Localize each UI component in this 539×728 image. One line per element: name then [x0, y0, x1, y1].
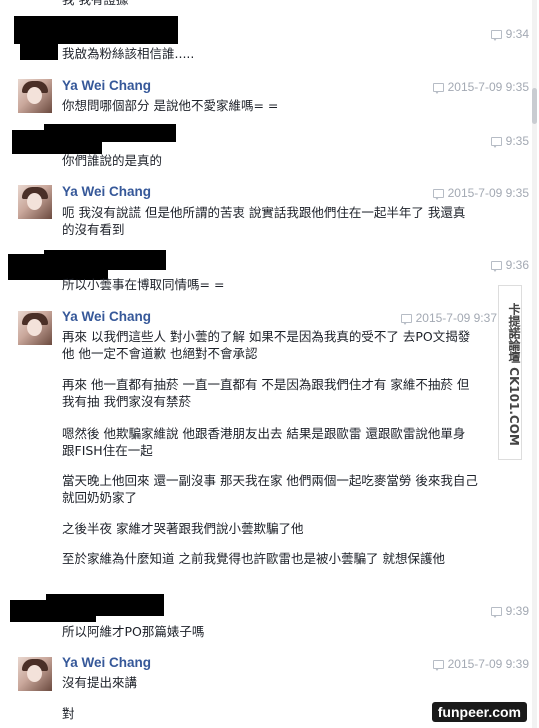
message-text: 我啟為粉絲該相信誰..... [62, 46, 195, 61]
scrollbar[interactable] [532, 0, 537, 728]
redacted-sender-block [14, 16, 178, 44]
message-paragraph: 當天晚上他回來 還一副沒事 那天我在家 他們兩個一起吃麥當勞 後來我自己就回奶奶… [62, 473, 478, 505]
message-timestamp: 9:35 [490, 134, 529, 148]
chat-bubble-icon [490, 136, 502, 148]
message-timestamp: 9:34 [490, 27, 529, 41]
message-text: 你們誰說的是真的 [62, 153, 163, 168]
avatar[interactable] [18, 185, 52, 219]
timestamp-text: 2015-7-09 9:39 [447, 657, 529, 671]
chat-bubble-icon [490, 606, 502, 618]
sender-name-link[interactable]: Ya Wei Chang [62, 78, 151, 93]
timestamp-text: 2015-7-09 9:37 [415, 311, 497, 325]
message-timestamp: 2015-7-09 9:37 [400, 311, 497, 325]
timestamp-text: 2015-7-09 9:35 [447, 80, 529, 94]
timestamp-text: 9:35 [505, 134, 529, 148]
message-text: 對 [62, 706, 75, 721]
sender-name-link[interactable]: Ya Wei Chang [62, 655, 151, 670]
chat-bubble-icon [432, 188, 444, 200]
message-text: 所以小蕓事在博取同情嗎= = [62, 277, 225, 292]
message-timestamp: 2015-7-09 9:39 [432, 657, 529, 671]
avatar[interactable] [18, 311, 52, 345]
chat-bubble-icon [432, 659, 444, 671]
message-thread: 我 我有證據 9:34 我啟為粉絲該相信誰..... Ya Wei Chang … [0, 0, 539, 728]
message-paragraph: 再來 他一直都有抽菸 一直一直都有 不是因為跟我們住才有 家維不抽菸 但我有抽 … [62, 377, 470, 409]
avatar[interactable] [18, 79, 52, 113]
message-timestamp: 2015-7-09 9:35 [432, 186, 529, 200]
timestamp-text: 2015-7-09 9:35 [447, 186, 529, 200]
redacted-avatar [20, 42, 58, 60]
timestamp-text: 9:34 [505, 27, 529, 41]
message-paragraph: 嗯然後 他欺騙家維說 他跟香港朋友出去 結果是跟歐雷 還跟歐雷說他單身 跟FIS… [62, 426, 466, 458]
message-text: 呃 我沒有說謊 但是他所謂的苦衷 說實話我跟他們住在一起半年了 我還真的沒有看到 [62, 205, 466, 237]
redacted-avatar [10, 600, 96, 622]
message-text: 你想問哪個部分 是說他不愛家維嗎= = [62, 98, 279, 113]
message-text: 沒有提出來講 [62, 675, 138, 690]
timestamp-text: 9:36 [505, 258, 529, 272]
chat-bubble-icon [432, 82, 444, 94]
chat-bubble-icon [490, 29, 502, 41]
redacted-avatar [12, 130, 102, 154]
avatar[interactable] [18, 657, 52, 691]
message-paragraph: 之後半夜 家維才哭著跟我們說小蕓欺騙了他 [62, 521, 304, 536]
message-text: 所以阿維才PO那篇婊子嗎 [62, 624, 205, 639]
side-watermark: 卡提諾論壇 CK101.COM [498, 285, 522, 460]
sender-name-link[interactable]: Ya Wei Chang [62, 184, 151, 199]
message-timestamp: 9:39 [490, 604, 529, 618]
scrollbar-thumb[interactable] [532, 88, 537, 124]
chat-bubble-icon [490, 260, 502, 272]
sender-name-link[interactable]: Ya Wei Chang [62, 309, 151, 324]
timestamp-text: 9:39 [505, 604, 529, 618]
message-paragraph: 至於家維為什麼知道 之前我覺得也許歐雷也是被小蕓騙了 就想保護他 [62, 551, 445, 566]
bottom-watermark: funpeer.com [431, 702, 527, 722]
chat-bubble-icon [400, 313, 412, 325]
top-message-fragment: 我 我有證據 [62, 0, 482, 8]
message-timestamp: 2015-7-09 9:35 [432, 80, 529, 94]
message-timestamp: 9:36 [490, 258, 529, 272]
message-paragraph: 再來 以我們這些人 對小蕓的了解 如果不是因為我真的受不了 去PO文揭發他 他一… [62, 329, 471, 361]
